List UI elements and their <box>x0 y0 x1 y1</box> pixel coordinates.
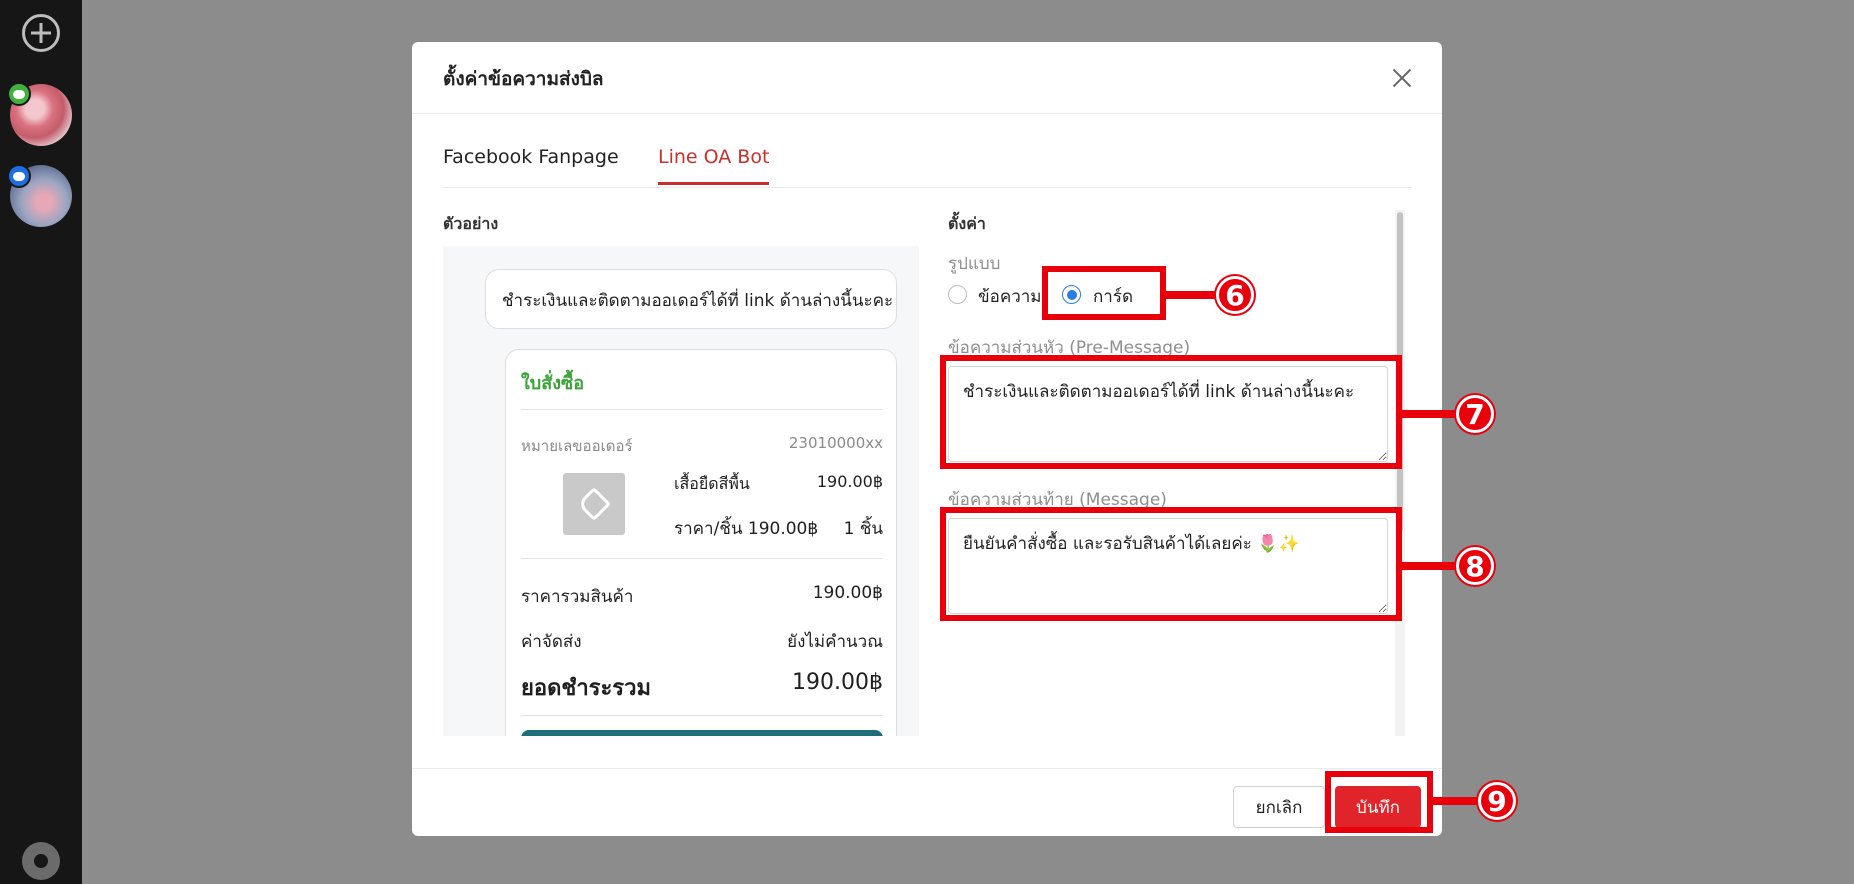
product-row: เสื้อยืดสีพื้น 190.00฿ <box>674 472 883 497</box>
annotation-connector <box>1166 291 1218 299</box>
annotation-connector <box>1433 797 1483 805</box>
order-number-row: หมายเลขออเดอร์ 23010000xx <box>521 434 883 458</box>
format-radio-text[interactable] <box>948 285 967 304</box>
total-label: ยอดชำระรวม <box>521 676 651 701</box>
shipping-label: ค่าจัดส่ง <box>521 632 582 652</box>
product-qty-row: ราคา/ชิ้น 190.00฿ 1 ชิ้น <box>674 515 883 542</box>
modal-footer: ยกเลิก บันทึก <box>412 768 1442 836</box>
modal-title: ตั้งค่าข้อความส่งบิล <box>443 68 604 90</box>
annotation-box-save <box>1325 771 1433 833</box>
annotation-number: 6 <box>1216 276 1254 314</box>
messenger-badge-icon <box>7 164 31 188</box>
shipping-value: ยังไม่คำนวณ <box>787 632 883 652</box>
quantity: 1 ชิ้น <box>843 519 883 539</box>
tab-bar: Facebook Fanpage Line OA Bot <box>443 138 1412 188</box>
divider <box>521 409 883 410</box>
format-option-text-label[interactable]: ข้อความ <box>978 283 1042 310</box>
modal-header: ตั้งค่าข้อความส่งบิล <box>412 42 1442 114</box>
close-icon[interactable] <box>1392 68 1412 88</box>
divider <box>521 558 883 559</box>
product-name: เสื้อยืดสีพื้น <box>674 474 750 493</box>
settings-section-title: ตั้งค่า <box>948 214 986 233</box>
subtotal-row: ราคารวมสินค้า 190.00฿ <box>521 583 883 610</box>
preview-section-title: ตัวอย่าง <box>443 214 499 233</box>
cancel-button[interactable]: ยกเลิก <box>1233 786 1325 828</box>
shipping-row: ค่าจัดส่ง ยังไม่คำนวณ <box>521 628 883 655</box>
gear-icon[interactable] <box>22 842 60 880</box>
annotation-number: 7 <box>1456 395 1494 433</box>
annotation-box-pre-message <box>940 355 1402 469</box>
annotation-box-message <box>940 507 1402 621</box>
total-value: 190.00฿ <box>792 670 883 695</box>
product-price: 190.00฿ <box>816 472 883 491</box>
annotation-number: 9 <box>1478 782 1516 820</box>
preview-panel: ชำระเงินและติดตามออเดอร์ได้ที่ link ด้าน… <box>443 246 919 736</box>
subtotal-value: 190.00฿ <box>812 583 883 603</box>
pre-message-bubble: ชำระเงินและติดตามออเดอร์ได้ที่ link ด้าน… <box>485 269 897 329</box>
line-badge-icon <box>7 82 31 106</box>
tab-line-oa-bot[interactable]: Line OA Bot <box>658 146 770 185</box>
app-sidebar <box>0 0 82 884</box>
order-number-label: หมายเลขออเดอร์ <box>521 437 633 455</box>
tag-icon <box>563 473 625 535</box>
annotation-box-format <box>1042 266 1166 320</box>
annotation-number: 8 <box>1456 547 1494 585</box>
card-title: ใบสั่งซื้อ <box>521 373 585 394</box>
order-card: ใบสั่งซื้อ หมายเลขออเดอร์ 23010000xx เสื… <box>505 349 897 736</box>
total-row: ยอดชำระรวม 190.00฿ <box>521 670 883 705</box>
pay-button <box>521 730 883 736</box>
subtotal-label: ราคารวมสินค้า <box>521 587 634 607</box>
format-label: รูปแบบ <box>948 254 1001 274</box>
tab-facebook-fanpage[interactable]: Facebook Fanpage <box>443 146 619 182</box>
divider <box>521 715 883 716</box>
order-number-value: 23010000xx <box>788 434 883 452</box>
unit-price: ราคา/ชิ้น 190.00฿ <box>674 519 819 539</box>
add-icon[interactable] <box>22 14 60 52</box>
